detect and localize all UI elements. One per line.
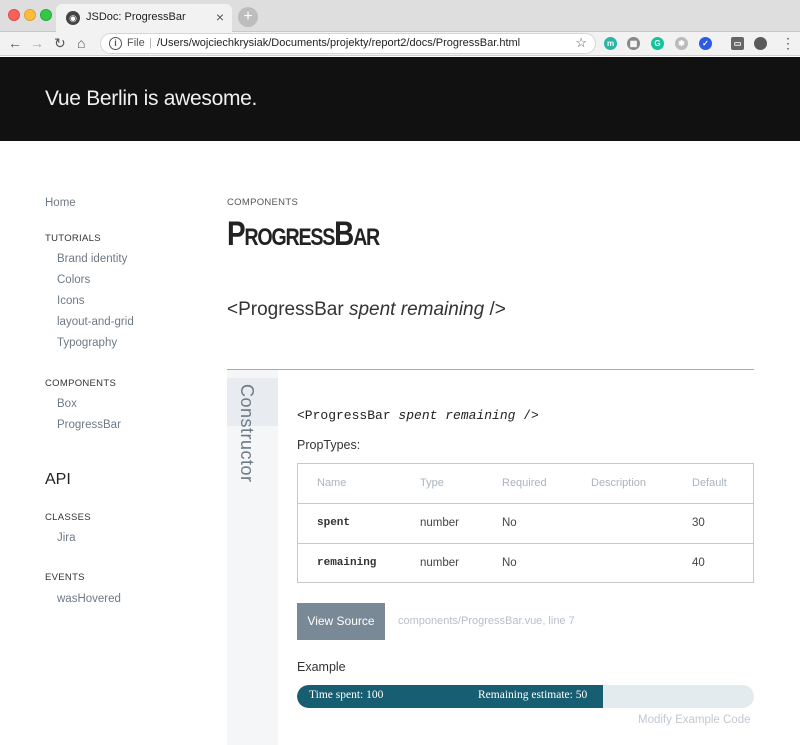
- view-source-button[interactable]: View Source: [297, 603, 385, 640]
- source-reference: components/ProgressBar.vue, line 7: [398, 615, 575, 627]
- sidebar-item-typography[interactable]: Typography: [57, 337, 117, 349]
- source-file-link[interactable]: components/ProgressBar.vue: [398, 615, 542, 627]
- sidebar-item-icons[interactable]: Icons: [57, 295, 85, 307]
- constructor-signature: <ProgressBar spent remaining />: [297, 408, 539, 423]
- api-heading: API: [45, 471, 71, 488]
- new-tab-button[interactable]: +: [238, 7, 258, 27]
- signature-params: spent remaining: [348, 299, 485, 320]
- section-kicker: COMPONENTS: [227, 197, 299, 208]
- browser-tab-bar: ◉ JSDoc: ProgressBar × +: [0, 0, 800, 32]
- prop-default: 40: [692, 557, 705, 569]
- window-close-button[interactable]: [8, 9, 20, 21]
- column-header-required: Required: [502, 477, 547, 489]
- prop-required: No: [502, 517, 517, 529]
- window-maximize-button[interactable]: [40, 9, 52, 21]
- prop-name: remaining: [317, 557, 377, 569]
- prop-name: spent: [317, 517, 351, 529]
- browser-menu-icon[interactable]: ⋮: [781, 35, 795, 52]
- check-extension-icon[interactable]: ✓: [699, 37, 712, 50]
- forward-arrow-icon[interactable]: →: [30, 35, 44, 51]
- sidebar-item-jira[interactable]: Jira: [57, 532, 76, 544]
- component-signature: <ProgressBar spent remaining />: [227, 299, 506, 321]
- profile-avatar[interactable]: [754, 37, 767, 50]
- proptypes-label: PropTypes:: [297, 438, 361, 452]
- remaining-estimate-label: Remaining estimate: 50: [478, 689, 588, 701]
- bookmark-star-icon[interactable]: ☆: [575, 35, 587, 51]
- cast-icon[interactable]: ▭: [731, 37, 744, 50]
- progress-bar: Time spent: 100 Remaining estimate: 50: [297, 685, 754, 708]
- url-separator: |: [149, 37, 152, 49]
- table-row: remaining number No 40: [298, 543, 753, 583]
- site-header: Vue Berlin is awesome.: [0, 57, 800, 141]
- sidebar-item-brand-identity[interactable]: Brand identity: [57, 253, 127, 265]
- m-extension-icon[interactable]: m: [604, 37, 617, 50]
- events-heading: EVENTS: [45, 572, 85, 583]
- tab-close-icon[interactable]: ×: [216, 9, 224, 25]
- sidebar-item-box[interactable]: Box: [57, 398, 77, 410]
- code-params: spent remaining: [398, 408, 516, 423]
- signature-close: />: [484, 299, 506, 320]
- puzzle-extension-icon[interactable]: ✱: [675, 37, 688, 50]
- example-label: Example: [297, 660, 346, 674]
- sidebar-item-washovered[interactable]: wasHovered: [57, 593, 121, 605]
- site-title[interactable]: Vue Berlin is awesome.: [45, 87, 257, 111]
- grammarly-icon[interactable]: G: [651, 37, 664, 50]
- url-scheme: File: [127, 37, 145, 49]
- prop-default: 30: [692, 517, 705, 529]
- section-divider: [227, 369, 754, 370]
- sidebar-item-layout-and-grid[interactable]: layout-and-grid: [57, 316, 134, 328]
- tutorials-heading: TUTORIALS: [45, 233, 101, 244]
- layout-extension-icon[interactable]: ▦: [627, 37, 640, 50]
- column-header-description: Description: [591, 477, 647, 489]
- home-icon[interactable]: ⌂: [77, 35, 85, 51]
- column-header-name: Name: [317, 477, 347, 489]
- page-title: ProgressBar: [227, 215, 380, 253]
- constructor-label: Constructor: [237, 384, 257, 483]
- components-heading: COMPONENTS: [45, 378, 117, 389]
- column-header-type: Type: [420, 477, 444, 489]
- info-icon[interactable]: i: [109, 37, 122, 50]
- classes-heading: CLASSES: [45, 512, 91, 523]
- globe-icon: ◉: [66, 11, 80, 25]
- address-bar[interactable]: i File | /Users/wojciechkrysiak/Document…: [100, 33, 596, 54]
- reload-icon[interactable]: ↻: [54, 35, 66, 52]
- sidebar-item-home[interactable]: Home: [45, 197, 76, 209]
- tab-title: JSDoc: ProgressBar: [86, 11, 186, 23]
- browser-tab[interactable]: ◉ JSDoc: ProgressBar ×: [56, 4, 232, 32]
- sidebar-item-progressbar[interactable]: ProgressBar: [57, 419, 121, 431]
- prop-type: number: [420, 557, 459, 569]
- prop-required: No: [502, 557, 517, 569]
- sidebar-item-colors[interactable]: Colors: [57, 274, 90, 286]
- modify-example-code-link[interactable]: Modify Example Code: [638, 714, 751, 726]
- time-spent-label: Time spent: 100: [309, 689, 384, 701]
- window-minimize-button[interactable]: [24, 9, 36, 21]
- prop-type: number: [420, 517, 459, 529]
- url-text[interactable]: /Users/wojciechkrysiak/Documents/projekt…: [157, 37, 520, 49]
- proptypes-table: Name Type Required Description Default s…: [297, 463, 754, 583]
- browser-toolbar: ← → ↻ ⌂ i File | /Users/wojciechkrysiak/…: [0, 32, 800, 56]
- back-arrow-icon[interactable]: ←: [8, 35, 22, 51]
- source-line-link[interactable]: , line 7: [542, 615, 574, 627]
- table-row: spent number No 30: [298, 503, 753, 543]
- signature-open: <ProgressBar: [227, 299, 349, 320]
- column-header-default: Default: [692, 477, 727, 489]
- code-close: />: [515, 408, 539, 423]
- code-open: <ProgressBar: [297, 408, 399, 423]
